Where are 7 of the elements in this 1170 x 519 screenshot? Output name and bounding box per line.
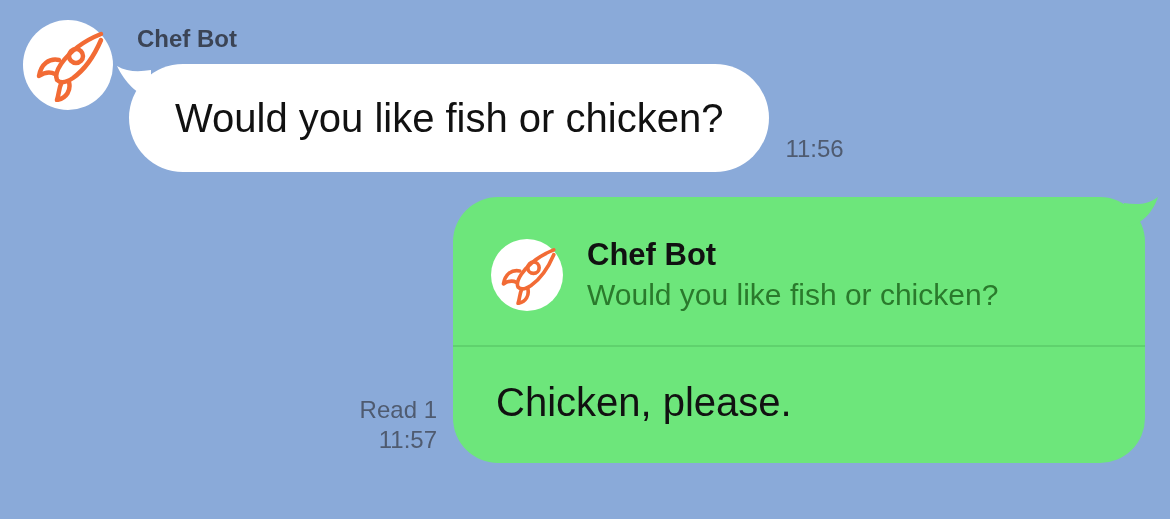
message-text: Chicken, please. (495, 379, 793, 426)
quoted-sender: Chef Bot (587, 236, 718, 274)
timestamp: 11:56 (785, 134, 844, 164)
timestamp: 11:57 (378, 425, 437, 455)
quoted-message: Would you like fish or chicken? (587, 277, 999, 313)
read-status: Read 1 (359, 395, 437, 425)
sender-name: Chef Bot (137, 24, 238, 54)
